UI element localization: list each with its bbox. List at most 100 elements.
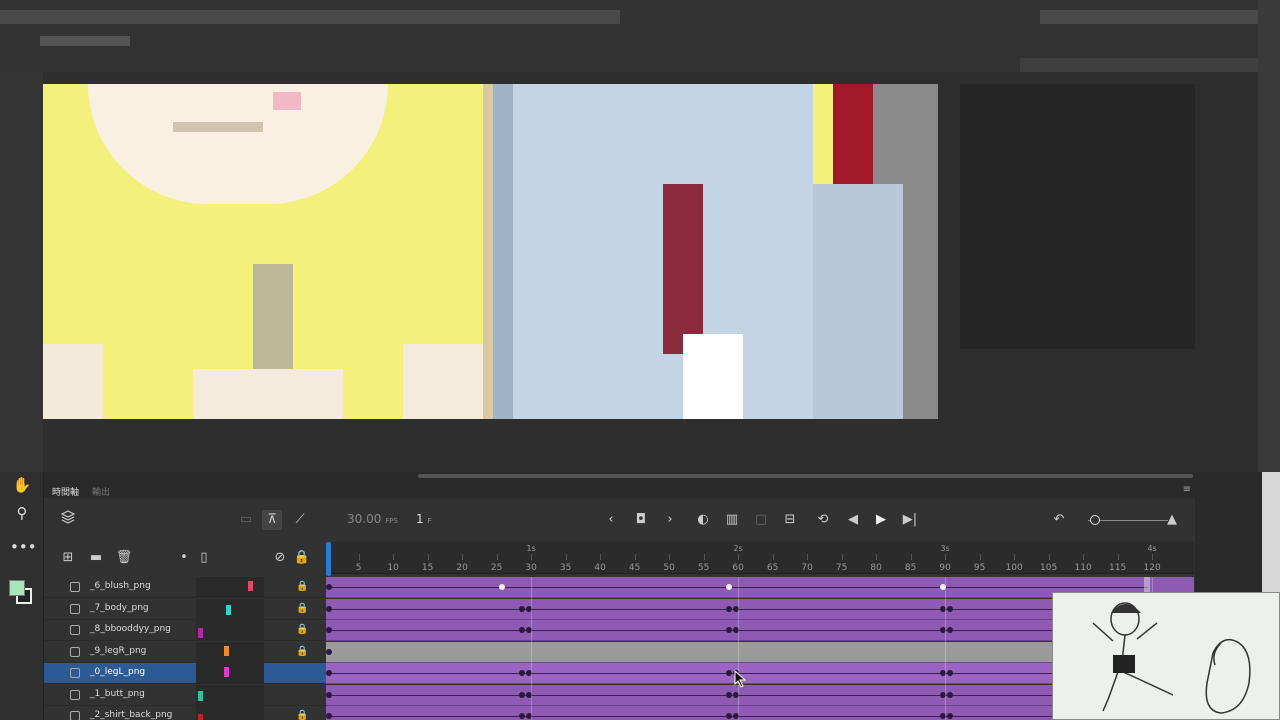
layer-row[interactable]: _6_blush_png 🔒: [44, 577, 326, 598]
lock-icon[interactable]: 🔒: [296, 581, 308, 592]
lock-icon[interactable]: 🔒: [296, 603, 308, 614]
keyframe[interactable]: [947, 670, 953, 676]
layer-row[interactable]: _7_body_png 🔒: [44, 598, 326, 620]
lock-icon[interactable]: 🔒: [296, 624, 308, 635]
keyframe[interactable]: [726, 670, 733, 676]
ruler-tick-label: 80: [870, 563, 882, 573]
ruler-tick-label: 60: [732, 563, 744, 573]
ruler-tick-label: 100: [1005, 563, 1023, 573]
layer-parent-cell[interactable]: [196, 663, 264, 684]
next-keyframe-icon[interactable]: ›: [660, 510, 680, 530]
canvas-stage[interactable]: [43, 84, 938, 419]
edit-multiple-icon[interactable]: ▢: [751, 510, 771, 530]
fill-color-swatch[interactable]: [9, 580, 25, 596]
tab-timeline[interactable]: 時間軸: [52, 485, 79, 498]
layer-name[interactable]: _7_body_png: [90, 603, 149, 613]
lock-all-icon[interactable]: 🔒: [292, 548, 312, 568]
layer-parent-cell[interactable]: [196, 641, 264, 663]
keyframe[interactable]: [726, 584, 733, 590]
layer-name[interactable]: _8_bbooddyy_png: [90, 624, 171, 634]
center-frame-icon[interactable]: ⊟: [780, 510, 800, 530]
lock-icon[interactable]: 🔒: [296, 646, 308, 657]
stage-horizontal-scrollbar[interactable]: [418, 474, 1193, 478]
timeline-zoom-slider[interactable]: [1088, 520, 1168, 521]
layer-name[interactable]: _0_legL_png: [90, 667, 145, 677]
onion-skin-icon[interactable]: ◐: [693, 510, 713, 530]
layer-parent-cell[interactable]: [196, 706, 264, 720]
visibility-icon[interactable]: ⊘: [270, 548, 290, 568]
lock-icon[interactable]: 🔒: [296, 710, 308, 720]
tab-output[interactable]: 輸出: [92, 485, 110, 498]
keyframe[interactable]: [947, 713, 953, 719]
more-icon[interactable]: •••: [10, 536, 37, 558]
layer-parent-cell[interactable]: [196, 598, 264, 620]
keyframe[interactable]: [726, 713, 733, 719]
keyframe[interactable]: [947, 605, 953, 612]
layer-row[interactable]: _9_legR_png 🔒: [44, 641, 326, 663]
layer-parent-cell[interactable]: [196, 577, 264, 598]
frame-ruler[interactable]: 5 10 15 20 25 30 35 40 45 50 55 60 65 70 75 80 85 90 95 100…: [326, 542, 1194, 574]
layer-name[interactable]: _1_butt_png: [90, 689, 145, 699]
keyframe[interactable]: [498, 584, 505, 590]
keyframe[interactable]: [519, 627, 526, 633]
layers-icon[interactable]: [58, 510, 78, 530]
step-forward-icon[interactable]: ▶|: [900, 510, 920, 530]
ruler-tick: [772, 554, 774, 560]
keyframe[interactable]: [726, 691, 733, 698]
ruler-tick: [531, 554, 533, 560]
layer-name[interactable]: _2_shirt_back_png: [90, 710, 172, 720]
onion-skin-outline-icon[interactable]: ▥: [722, 510, 742, 530]
layer-row[interactable]: _0_legL_png: [44, 663, 326, 684]
timeline-zoom-knob[interactable]: [1090, 515, 1100, 525]
keyframe[interactable]: [326, 627, 332, 633]
keyframe[interactable]: [326, 648, 332, 655]
layer-name[interactable]: _9_legR_png: [90, 646, 146, 656]
delete-layer-icon[interactable]: 🗑: [114, 548, 134, 568]
undo-icon[interactable]: ↶: [1049, 510, 1069, 530]
keyframe[interactable]: [947, 627, 953, 633]
fps-display[interactable]: 30.00 FPS: [347, 512, 398, 526]
parent-color-marker: [248, 581, 253, 591]
keyframe[interactable]: [726, 627, 733, 633]
outline-icon[interactable]: ▯: [194, 548, 214, 568]
current-frame-display[interactable]: 1 F: [416, 512, 432, 526]
layer-parent-cell[interactable]: [196, 684, 264, 706]
keyframe[interactable]: [326, 691, 332, 698]
hand-icon[interactable]: ✋: [10, 474, 34, 496]
step-back-icon[interactable]: ◀: [843, 510, 863, 530]
ruler-tick: [496, 554, 498, 560]
keyframe[interactable]: [947, 691, 953, 698]
keyframe[interactable]: [326, 670, 332, 676]
graph-icon[interactable]: ⟋: [290, 510, 310, 530]
layer-parent-cell[interactable]: [196, 620, 264, 641]
zoom-icon[interactable]: ⚲: [10, 502, 34, 524]
ruler-tick: [462, 554, 464, 560]
prev-keyframe-icon[interactable]: ‹: [601, 510, 621, 530]
keyframe[interactable]: [519, 670, 526, 676]
side-scrollbar[interactable]: [1258, 0, 1280, 472]
ruler-tick-label: 105: [1040, 563, 1058, 573]
ruler-second-label: 3s: [940, 544, 950, 553]
camera-icon[interactable]: ▭: [236, 510, 256, 530]
keyframe[interactable]: [326, 605, 332, 612]
playhead[interactable]: [326, 542, 331, 576]
new-folder-icon[interactable]: ▬: [86, 548, 106, 568]
panel-menu-icon[interactable]: ≡: [1183, 484, 1191, 495]
layer-row[interactable]: _2_shirt_back_png 🔒: [44, 706, 326, 720]
layer-row[interactable]: _8_bbooddyy_png 🔒: [44, 620, 326, 641]
keyframe[interactable]: [726, 605, 733, 612]
layer-row[interactable]: _1_butt_png: [44, 684, 326, 706]
parent-view-icon[interactable]: ⊼: [262, 510, 282, 530]
loop-icon[interactable]: ⟲: [813, 510, 833, 530]
keyframe[interactable]: [519, 605, 526, 612]
layer-name[interactable]: _6_blush_png: [90, 581, 151, 591]
keyframe[interactable]: [326, 584, 332, 590]
layer-type-icon: [70, 646, 80, 657]
keyframe[interactable]: [519, 691, 526, 698]
new-layer-icon[interactable]: ⊞: [58, 548, 78, 568]
insert-keyframe-icon[interactable]: ◘: [631, 510, 651, 530]
highlight-dot-icon[interactable]: •: [174, 548, 194, 568]
keyframe[interactable]: [326, 713, 332, 719]
keyframe[interactable]: [519, 713, 526, 719]
play-icon[interactable]: ▶: [871, 510, 891, 530]
